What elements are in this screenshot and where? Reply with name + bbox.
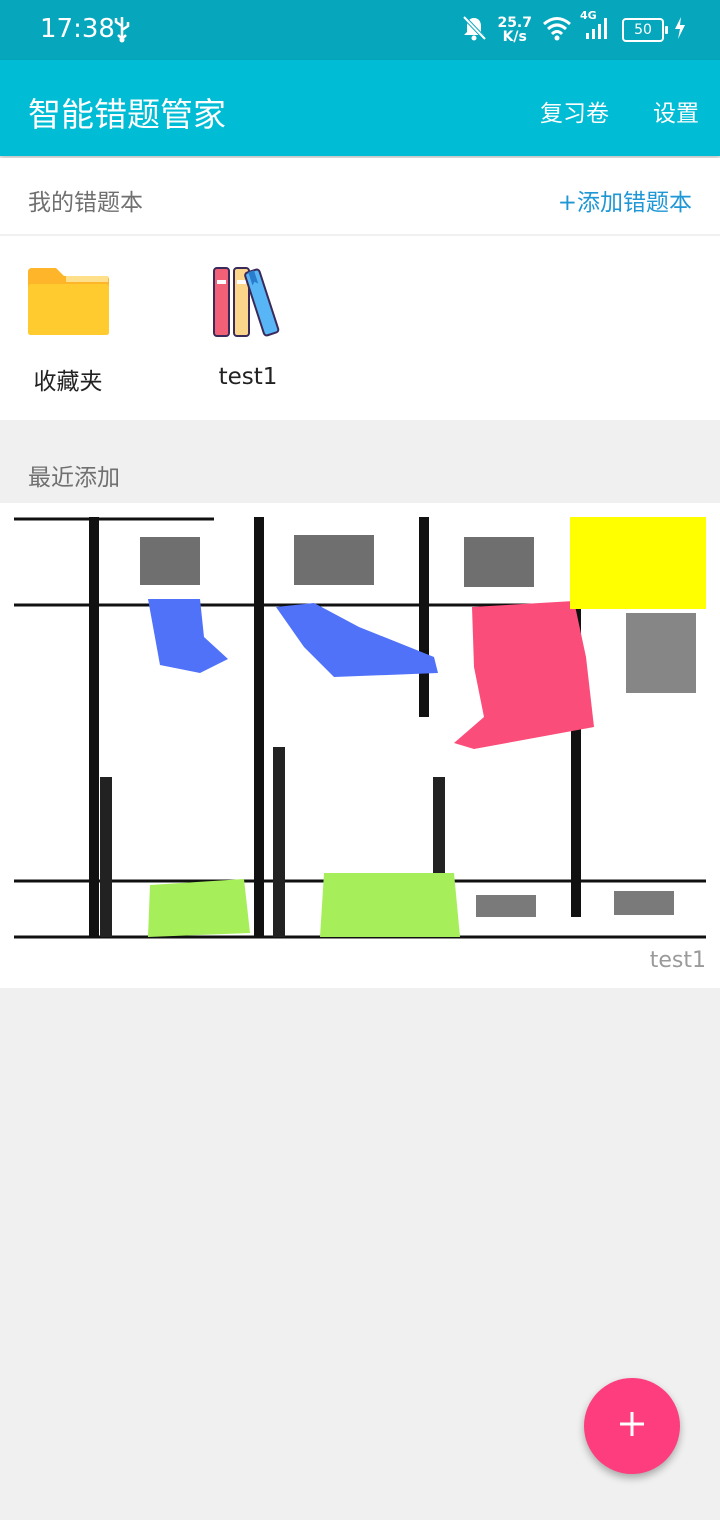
app-title: 智能错题管家 (28, 95, 226, 134)
notebook-label: test1 (218, 364, 278, 390)
notebook-label: 收藏夹 (33, 369, 103, 395)
network-speed: 25.7 K/s (497, 16, 532, 44)
signal-icon: 4G (580, 9, 612, 45)
books-icon (208, 267, 288, 342)
battery-level: 50 (634, 22, 652, 38)
usb-icon (112, 14, 132, 48)
status-bar: 17:38 25.7 K/s 4G 50 (0, 0, 720, 60)
app-bar: 智能错题管家 复习卷 设置 (0, 60, 720, 156)
status-time: 17:38 (40, 14, 115, 44)
folder-icon (26, 268, 110, 340)
notebooks-title: 我的错题本 (28, 190, 143, 216)
speed-unit: K/s (502, 29, 527, 45)
battery-icon: 50 (622, 18, 668, 42)
notebook-item-test1[interactable]: test1 (178, 266, 318, 390)
recent-item-notebook: test1 (649, 948, 706, 973)
plus-icon (617, 1409, 647, 1443)
add-question-button[interactable] (584, 1378, 680, 1474)
mute-notification-icon (461, 14, 487, 46)
recent-item-card[interactable]: test1 (0, 503, 720, 988)
review-button[interactable]: 复习卷 (540, 94, 609, 128)
notebooks-grid: 收藏夹 test1 (0, 236, 720, 420)
question-thumbnail (14, 517, 706, 945)
recent-title: 最近添加 (28, 465, 120, 491)
speed-value: 25.7 (497, 15, 532, 31)
notebooks-header: 我的错题本 +添加错题本 (0, 158, 720, 234)
settings-button[interactable]: 设置 (653, 94, 699, 128)
add-notebook-button[interactable]: +添加错题本 (558, 183, 692, 217)
charging-icon (674, 17, 686, 43)
notebook-item-favorites[interactable]: 收藏夹 (0, 266, 138, 396)
wifi-icon (542, 15, 572, 45)
network-type: 4G (580, 9, 597, 22)
